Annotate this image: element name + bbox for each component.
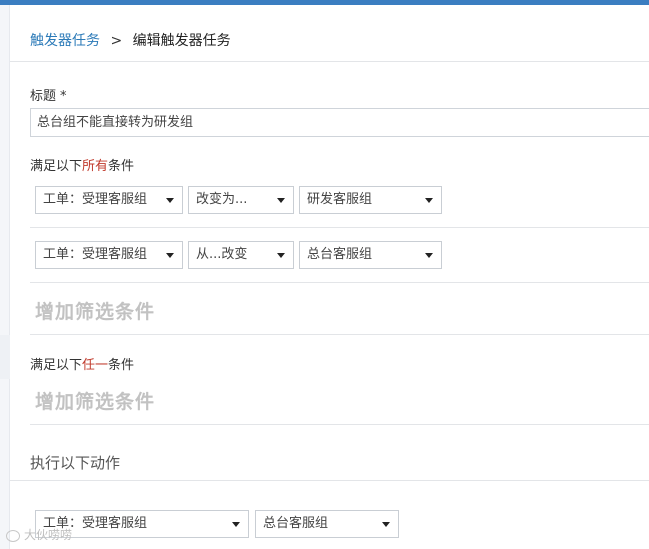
top-accent-bar [0,0,649,5]
watermark: 大伙唠唠 [6,526,72,543]
condition-1-field-select[interactable]: 工单：受理客服组 [35,186,183,214]
actions-divider [10,480,649,481]
header-divider [10,61,649,62]
any-conditions-highlight: 任一 [82,358,109,373]
all-conditions-suffix: 条件 [108,159,135,174]
add-all-filter-button[interactable]: 增加筛选条件 [35,297,155,324]
watermark-logo-icon [6,529,20,542]
condition-2-value-value: 总台客服组 [307,247,373,262]
chevron-down-icon [425,253,433,258]
condition-1-operator-value: 改变为... [196,192,248,207]
section-divider [30,424,649,425]
chevron-down-icon [425,198,433,203]
add-any-filter-button[interactable]: 增加筛选条件 [35,387,155,414]
chevron-down-icon [166,198,174,203]
breadcrumb: 触发器任务 > 编辑触发器任务 [30,32,231,50]
all-conditions-prefix: 满足以下 [30,159,83,174]
all-conditions-highlight: 所有 [82,159,109,174]
left-sidebar-edge [0,5,10,549]
condition-2-operator-select[interactable]: 从...改变 [188,241,294,269]
condition-1-value-value: 研发客服组 [307,192,373,207]
watermark-text: 大伙唠唠 [24,528,73,542]
breadcrumb-separator: > [110,33,123,49]
breadcrumb-current: 编辑触发器任务 [132,33,231,49]
action-1-value-select[interactable]: 总台客服组 [255,510,399,538]
condition-divider [30,227,649,228]
condition-1-field-value: 工单：受理客服组 [43,192,148,207]
title-label: 标题 * [30,85,67,104]
chevron-down-icon [232,522,240,527]
breadcrumb-link-triggers[interactable]: 触发器任务 [30,33,100,49]
all-conditions-label: 满足以下所有条件 [30,155,134,174]
chevron-down-icon [382,522,390,527]
section-divider [30,334,649,335]
action-1-value-value: 总台客服组 [263,516,329,531]
chevron-down-icon [166,253,174,258]
any-conditions-label: 满足以下任一条件 [30,354,134,373]
any-conditions-prefix: 满足以下 [30,358,83,373]
condition-2-value-select[interactable]: 总台客服组 [299,241,442,269]
any-conditions-suffix: 条件 [108,358,135,373]
condition-divider [30,282,649,283]
condition-1-value-select[interactable]: 研发客服组 [299,186,442,214]
condition-1-operator-select[interactable]: 改变为... [188,186,294,214]
title-input[interactable]: 总台组不能直接转为研发组 [30,108,649,137]
title-label-text: 标题 [30,89,57,104]
sidebar-active-marker [0,335,10,379]
condition-2-operator-value: 从...改变 [196,247,248,262]
condition-2-field-select[interactable]: 工单：受理客服组 [35,241,183,269]
chevron-down-icon [277,198,285,203]
required-mark: * [60,89,67,104]
actions-heading: 执行以下动作 [30,454,121,472]
condition-2-field-value: 工单：受理客服组 [43,247,148,262]
chevron-down-icon [277,253,285,258]
